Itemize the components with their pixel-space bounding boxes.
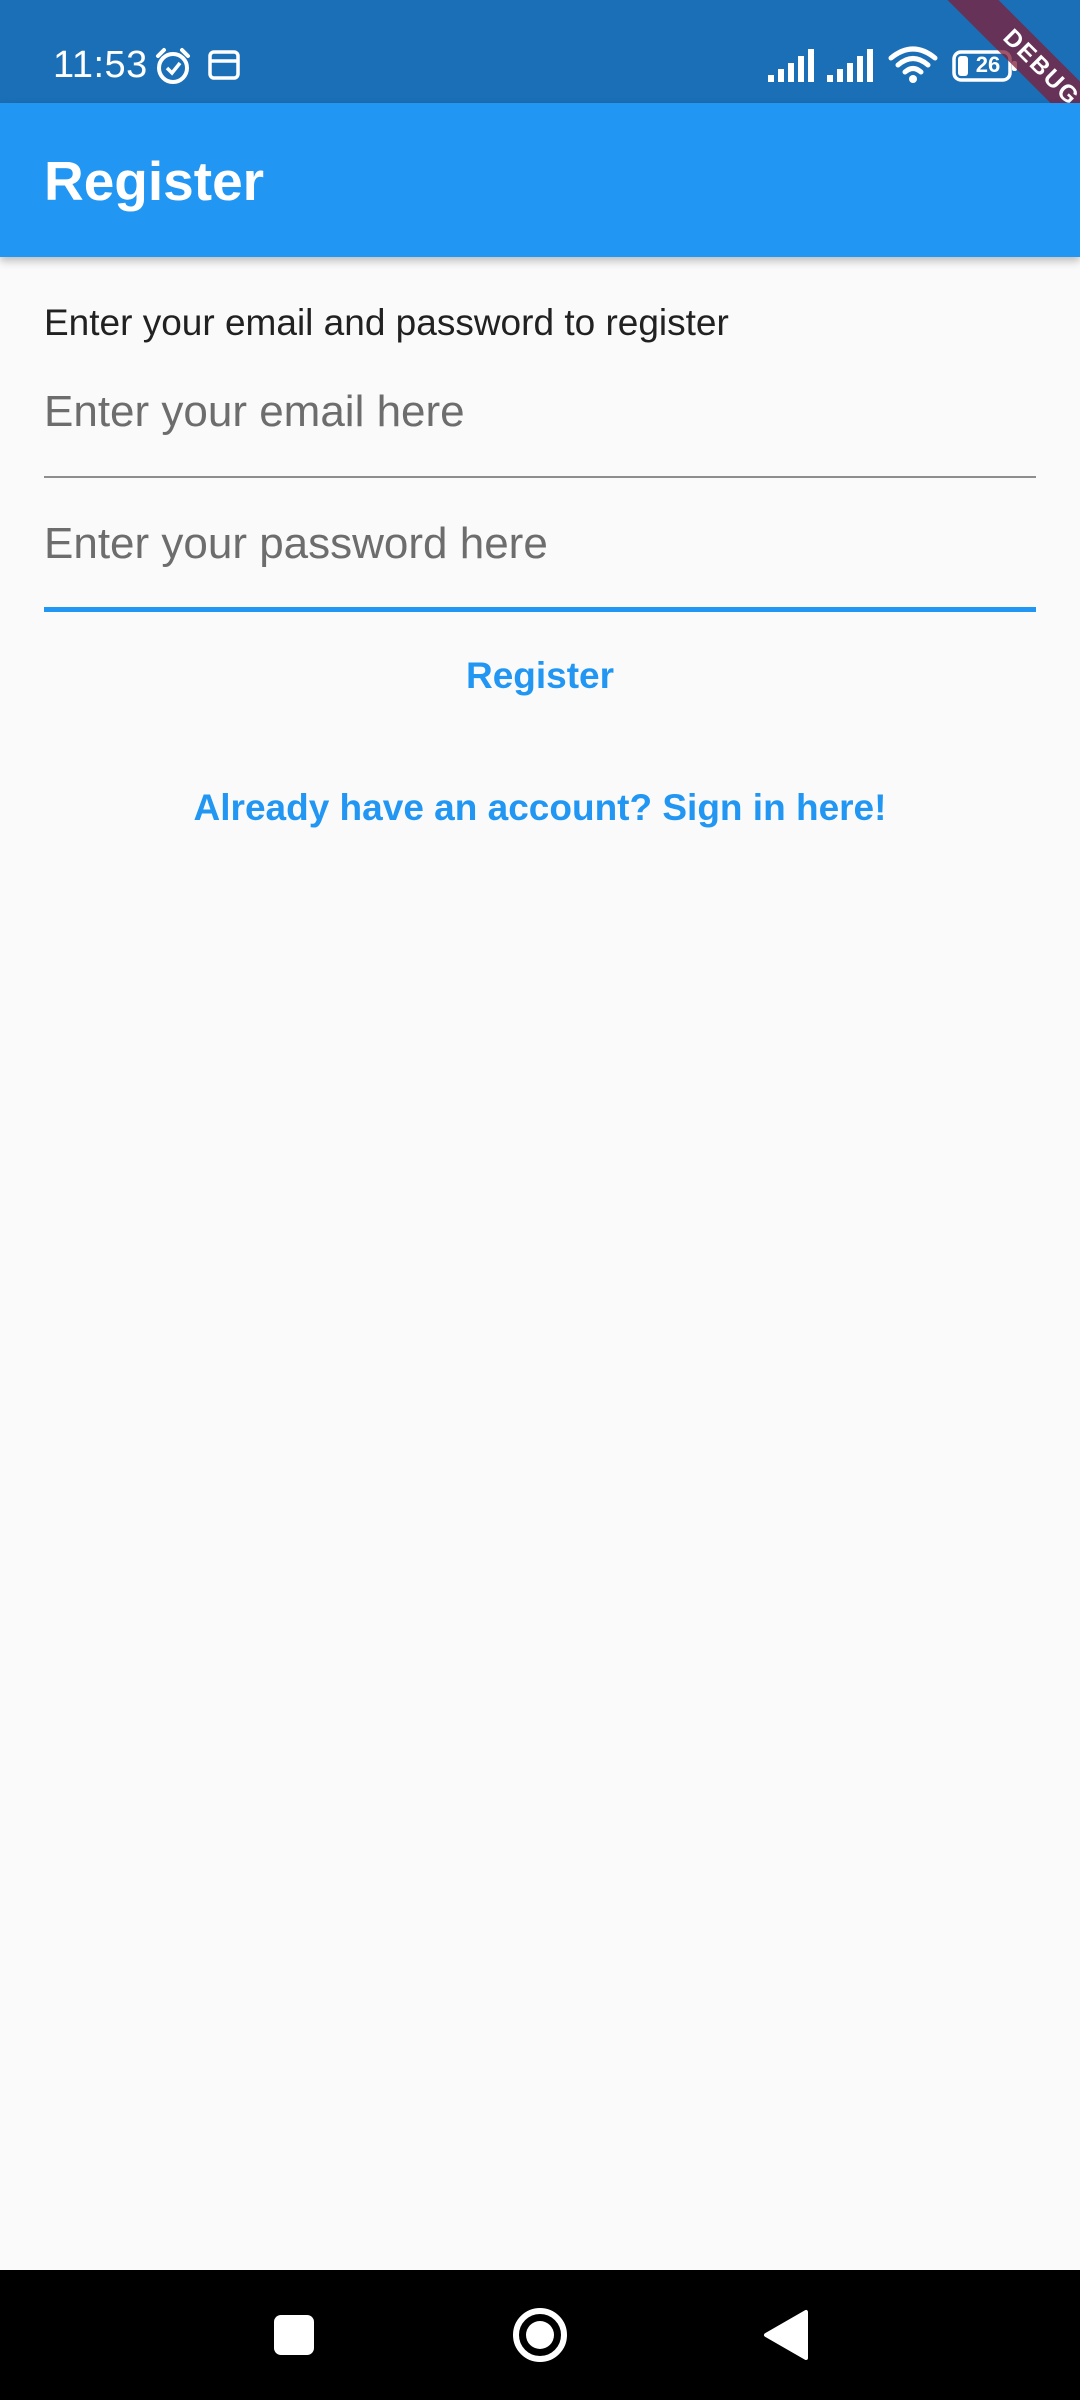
battery-level: 26 xyxy=(975,52,1001,77)
password-focus-underline xyxy=(44,607,1036,612)
home-icon xyxy=(513,2308,567,2362)
home-button[interactable] xyxy=(480,2270,600,2400)
recent-apps-button[interactable] xyxy=(234,2270,354,2400)
email-input[interactable] xyxy=(44,366,1036,476)
email-underline xyxy=(44,476,1036,478)
page-title: Register xyxy=(44,150,265,212)
signal-icon xyxy=(827,49,873,82)
recent-apps-icon xyxy=(274,2315,314,2355)
alarm-icon xyxy=(156,48,190,84)
status-bar: 11:53 26 xyxy=(0,0,1080,103)
instructions-text: Enter your email and password to registe… xyxy=(44,302,729,343)
password-input[interactable] xyxy=(44,498,1036,608)
app-bar: Register xyxy=(0,103,1080,257)
sign-in-link[interactable]: Already have an account? Sign in here! xyxy=(44,780,1036,836)
status-time: 11:53 xyxy=(53,44,148,86)
register-button[interactable]: Register xyxy=(44,648,1036,704)
email-field[interactable] xyxy=(44,366,1036,478)
back-button[interactable] xyxy=(726,2270,846,2400)
password-field[interactable] xyxy=(44,498,1036,612)
wifi-icon xyxy=(888,46,938,83)
system-nav-bar xyxy=(0,2270,1080,2400)
signal-icon xyxy=(768,49,814,82)
sim-card-icon xyxy=(208,50,240,80)
back-icon xyxy=(764,2310,808,2360)
